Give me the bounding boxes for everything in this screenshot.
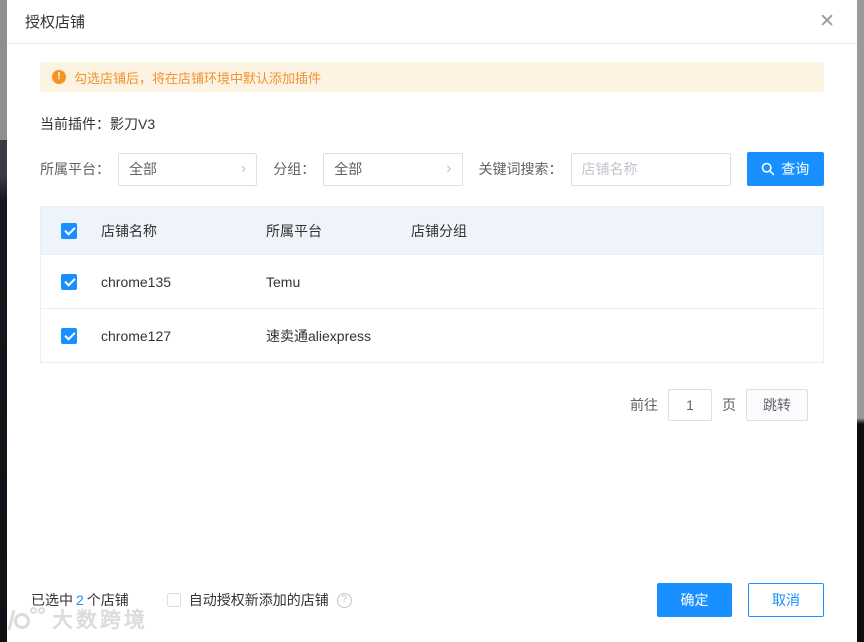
current-plugin-label: 当前插件： [40, 116, 110, 132]
authorize-store-dialog: 授权店铺 ✕ ! 勾选店铺后，将在店铺环境中默认添加插件 当前插件：影刀V3 所… [7, 0, 857, 642]
auto-auth-checkbox[interactable] [166, 593, 181, 607]
platform-select[interactable]: 全部 › [118, 152, 258, 186]
dialog-body: ! 勾选店铺后，将在店铺环境中默认添加插件 当前插件：影刀V3 所属平台： 全部… [7, 44, 857, 421]
warning-text: 勾选店铺后，将在店铺环境中默认添加插件 [74, 70, 322, 86]
warning-banner: ! 勾选店铺后，将在店铺环境中默认添加插件 [40, 62, 824, 92]
table-row[interactable]: chrome127 速卖通aliexpress [41, 308, 823, 362]
table-row[interactable]: chrome135 Temu [41, 254, 823, 308]
group-select[interactable]: 全部 › [323, 152, 463, 186]
warning-icon: ! [52, 70, 66, 84]
pagination-page-label: 页 [722, 397, 736, 413]
close-icon[interactable]: ✕ [815, 8, 839, 35]
jump-button[interactable]: 跳转 [746, 389, 808, 421]
group-select-value: 全部 [334, 161, 363, 177]
cancel-button[interactable]: 取消 [748, 583, 824, 617]
platform-select-value: 全部 [129, 161, 157, 177]
platform-cell: Temu [266, 273, 301, 290]
row-checkbox[interactable] [61, 273, 77, 290]
pagination: 前往 页 跳转 [40, 389, 824, 421]
column-header-platform: 所属平台 [266, 222, 322, 239]
auto-auth-option: 自动授权新添加的店铺 ? [166, 590, 352, 610]
column-header-store-group: 店铺分组 [411, 222, 467, 239]
pagination-goto-label: 前往 [630, 397, 658, 413]
keyword-search-label: 关键词搜索： [478, 161, 563, 177]
store-name-cell: chrome135 [101, 273, 172, 290]
selected-count-info: 已选中 2 个店铺 [31, 590, 129, 610]
selected-prefix: 已选中 [31, 592, 73, 608]
selected-count: 2 [76, 592, 84, 608]
chevron-right-icon: › [446, 160, 452, 177]
auto-auth-label: 自动授权新添加的店铺 [188, 592, 329, 608]
dialog-header: 授权店铺 ✕ [7, 0, 857, 44]
column-header-store-name: 店铺名称 [101, 222, 157, 239]
search-icon [761, 162, 775, 176]
selected-suffix: 个店铺 [86, 592, 129, 608]
page-number-input[interactable] [668, 389, 712, 421]
page-background-right [857, 0, 864, 642]
platform-cell: 速卖通aliexpress [266, 327, 372, 344]
platform-filter-label: 所属平台： [40, 161, 110, 177]
chevron-right-icon: › [240, 160, 247, 177]
group-filter-label: 分组： [273, 161, 316, 177]
filter-row: 所属平台： 全部 › 分组： 全部 › 关键词搜索： 查询 [40, 152, 825, 186]
select-all-checkbox[interactable] [61, 222, 77, 239]
keyword-search-input[interactable] [570, 152, 731, 186]
table-header-row: 店铺名称 所属平台 店铺分组 [41, 207, 823, 254]
row-checkbox[interactable] [61, 327, 77, 344]
search-button[interactable]: 查询 [746, 152, 825, 186]
dialog-title: 授权店铺 [25, 14, 86, 31]
current-plugin-value: 影刀V3 [110, 116, 156, 132]
current-plugin-line: 当前插件：影刀V3 [40, 114, 824, 134]
help-icon[interactable]: ? [336, 592, 352, 608]
page-background-left [0, 0, 7, 642]
dialog-footer: 已选中 2 个店铺 自动授权新添加的店铺 ? 确定 取消 [31, 583, 824, 617]
store-name-cell: chrome127 [101, 327, 172, 344]
store-table: 店铺名称 所属平台 店铺分组 chrome135 Temu chrome127 … [40, 206, 824, 363]
confirm-button[interactable]: 确定 [657, 583, 732, 617]
search-button-label: 查询 [781, 161, 810, 177]
